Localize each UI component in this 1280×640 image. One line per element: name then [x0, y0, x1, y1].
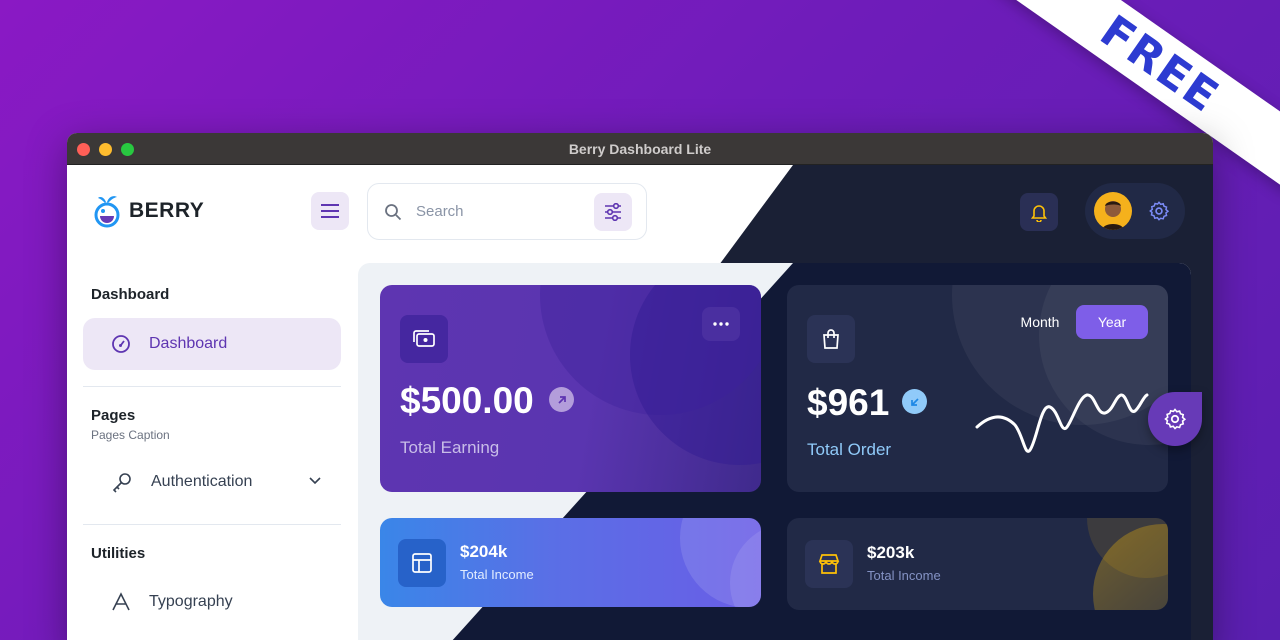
user-avatar-icon — [1102, 201, 1124, 230]
nav-group-title: Utilities — [91, 545, 146, 562]
profile-menu[interactable] — [1085, 183, 1185, 239]
total-order-card: Month Year $961 Total Order — [787, 285, 1168, 492]
total-earning-card: $500.00 Total Earning — [380, 285, 761, 492]
sidebar: Dashboard Dashboard Pages Pages Caption … — [83, 265, 341, 628]
filter-icon — [605, 202, 621, 221]
income-value-dark: $203k — [867, 543, 915, 562]
ribbon-text: FREE — [1091, 5, 1229, 123]
settings-gear-icon[interactable] — [1148, 200, 1170, 222]
menu-toggle-button[interactable] — [311, 192, 349, 230]
trend-down-badge — [902, 389, 927, 414]
bell-icon — [1030, 205, 1048, 222]
income-icon-box-dark — [805, 540, 853, 588]
earning-value: $500.00 — [400, 380, 534, 421]
order-sparkline — [975, 393, 1149, 453]
window-title: Berry Dashboard Lite — [568, 140, 712, 157]
avatar[interactable] — [1094, 192, 1132, 230]
search-input[interactable]: Search — [416, 203, 594, 220]
brand-name: BERRY — [129, 199, 205, 222]
earning-icon-box — [400, 315, 448, 363]
order-icon-box — [807, 315, 855, 363]
sidebar-divider — [83, 386, 341, 387]
toggle-month[interactable]: Month — [1009, 305, 1071, 339]
earning-label: Total Earning — [400, 438, 500, 457]
app-window: Berry Dashboard Lite BERRY Search Dashbo… — [67, 133, 1213, 640]
app-content: BERRY Search Dashboard Dashboard Pages P… — [67, 165, 1213, 640]
more-horizontal-icon — [713, 322, 729, 326]
customize-settings-button[interactable] — [1148, 392, 1202, 446]
title-bar: Berry Dashboard Lite — [67, 133, 1213, 165]
arrow-down-left-icon — [910, 397, 919, 406]
search-filter-button[interactable] — [594, 192, 632, 231]
key-icon — [112, 473, 131, 493]
total-income-card-blue: $204k Total Income — [380, 518, 761, 607]
sidebar-divider — [83, 524, 341, 525]
maximize-window-button[interactable] — [121, 143, 134, 156]
income-icon-box-blue — [398, 539, 446, 587]
menu-icon — [321, 204, 339, 218]
shopping-bag-icon — [823, 329, 839, 349]
income-label-blue: Total Income — [460, 567, 534, 582]
minimize-window-button[interactable] — [99, 143, 112, 156]
gear-icon — [1164, 408, 1187, 430]
arrow-up-right-icon — [557, 395, 566, 404]
order-label: Total Order — [807, 440, 892, 459]
table-icon — [412, 553, 432, 573]
wallet-icon — [413, 330, 435, 347]
close-window-button[interactable] — [77, 143, 90, 156]
sidebar-item-typography[interactable]: Typography — [83, 576, 341, 628]
toggle-year[interactable]: Year — [1076, 305, 1148, 339]
search-bar[interactable]: Search — [367, 183, 647, 240]
sidebar-item-label: Authentication — [151, 473, 253, 490]
trend-up-badge — [549, 387, 574, 412]
order-value: $961 — [807, 382, 890, 423]
notifications-button[interactable] — [1020, 193, 1058, 231]
berry-logo-icon — [94, 196, 120, 228]
sidebar-item-dashboard[interactable]: Dashboard — [83, 318, 341, 370]
nav-group-title: Dashboard — [91, 286, 170, 303]
nav-group-title: Pages — [91, 407, 136, 424]
search-icon — [385, 203, 402, 220]
income-value-blue: $204k — [460, 542, 508, 561]
dashboard-icon — [112, 335, 130, 353]
logo[interactable]: BERRY — [93, 193, 204, 229]
chevron-down-icon — [309, 477, 321, 485]
total-income-card-dark: $203k Total Income — [787, 518, 1168, 610]
store-icon — [818, 554, 840, 574]
earning-more-button[interactable] — [702, 307, 740, 341]
nav-group-caption: Pages Caption — [91, 428, 170, 442]
window-controls — [77, 143, 134, 156]
typography-icon — [112, 592, 130, 611]
sidebar-item-label: Dashboard — [149, 335, 228, 352]
income-label-dark: Total Income — [867, 568, 941, 583]
sidebar-item-label: Typography — [149, 593, 233, 610]
sidebar-item-authentication[interactable]: Authentication — [83, 456, 341, 508]
